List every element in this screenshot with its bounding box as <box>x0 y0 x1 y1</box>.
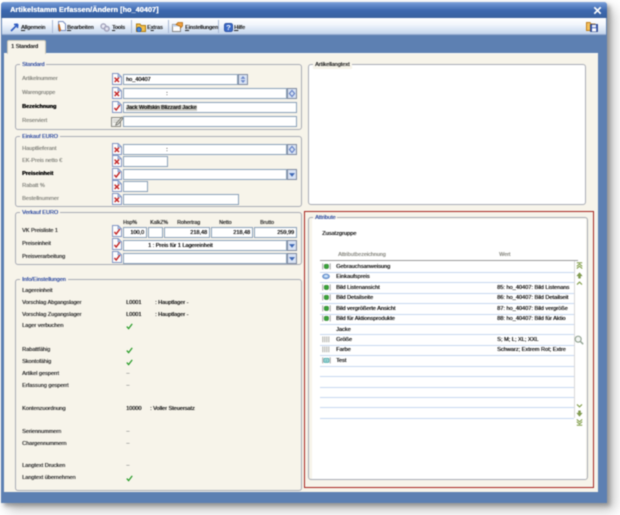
svg-text:?: ? <box>226 23 231 32</box>
